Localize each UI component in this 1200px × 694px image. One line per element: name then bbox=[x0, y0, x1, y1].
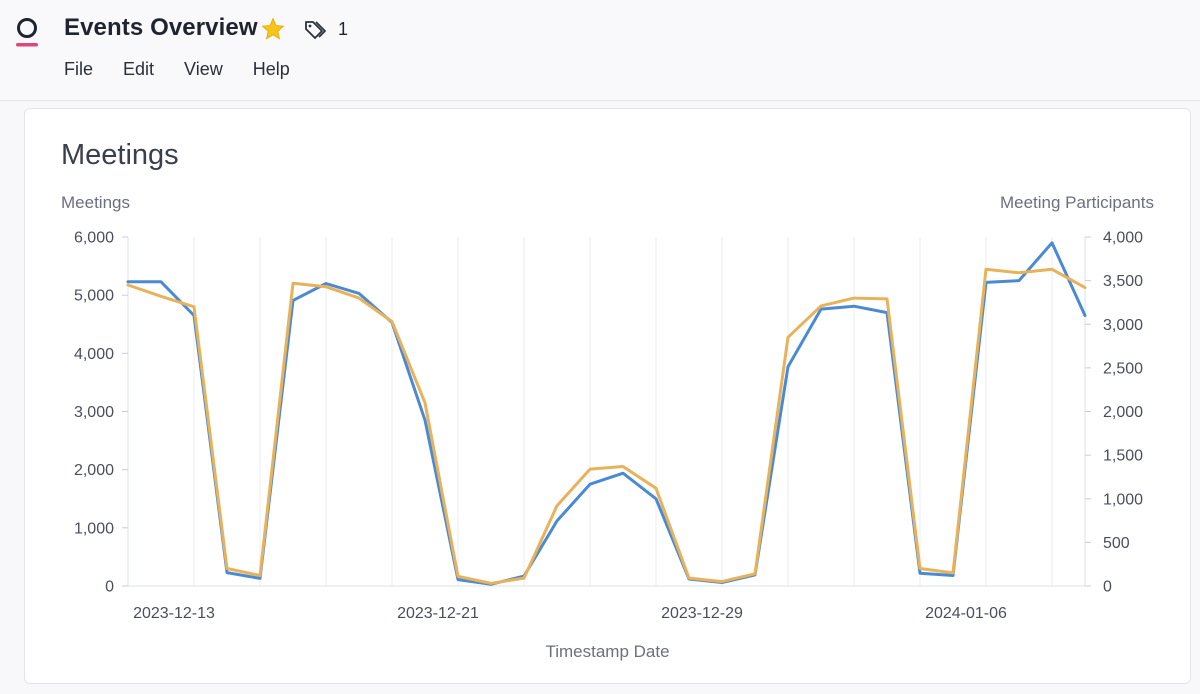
x-axis-title: Timestamp Date bbox=[545, 642, 669, 661]
y-tick-label-right: 4,000 bbox=[1103, 230, 1143, 247]
series-line-participants bbox=[126, 267, 1087, 585]
y-tick-label-left: 3,000 bbox=[74, 404, 114, 421]
line-chart: 0 1,000 2,000 3,000 4,000 5,000 6,000 0 500 1,000… bbox=[61, 193, 1154, 661]
y-tick-label-left: 1,000 bbox=[74, 520, 114, 537]
y-tick-label-left: 2,000 bbox=[74, 462, 114, 479]
y-axis-title-right: Meeting Participants bbox=[1000, 193, 1154, 212]
y-tick-label-right: 1,500 bbox=[1103, 448, 1143, 465]
x-tick-label: 2024-01-06 bbox=[925, 605, 1007, 622]
y-tick-label-left: 0 bbox=[105, 579, 114, 596]
y-tick-label-right: 3,500 bbox=[1103, 273, 1143, 290]
series-line-meetings bbox=[126, 241, 1087, 586]
y-tick-label-right: 2,000 bbox=[1103, 404, 1143, 421]
y-tick-label-right: 0 bbox=[1103, 579, 1112, 596]
y-tick-label-right: 3,000 bbox=[1103, 317, 1143, 334]
y-tick-label-left: 5,000 bbox=[74, 288, 114, 305]
x-tick-label: 2023-12-29 bbox=[661, 605, 743, 622]
y-tick-label-right: 500 bbox=[1103, 535, 1130, 552]
y-tick-label-left: 4,000 bbox=[74, 346, 114, 363]
y-axis-title-left: Meetings bbox=[61, 193, 130, 212]
y-tick-label-left: 6,000 bbox=[74, 230, 114, 247]
x-tick-label: 2023-12-13 bbox=[133, 605, 215, 622]
y-tick-label-right: 1,000 bbox=[1103, 491, 1143, 508]
x-tick-label: 2023-12-21 bbox=[397, 605, 479, 622]
y-tick-label-right: 2,500 bbox=[1103, 360, 1143, 377]
